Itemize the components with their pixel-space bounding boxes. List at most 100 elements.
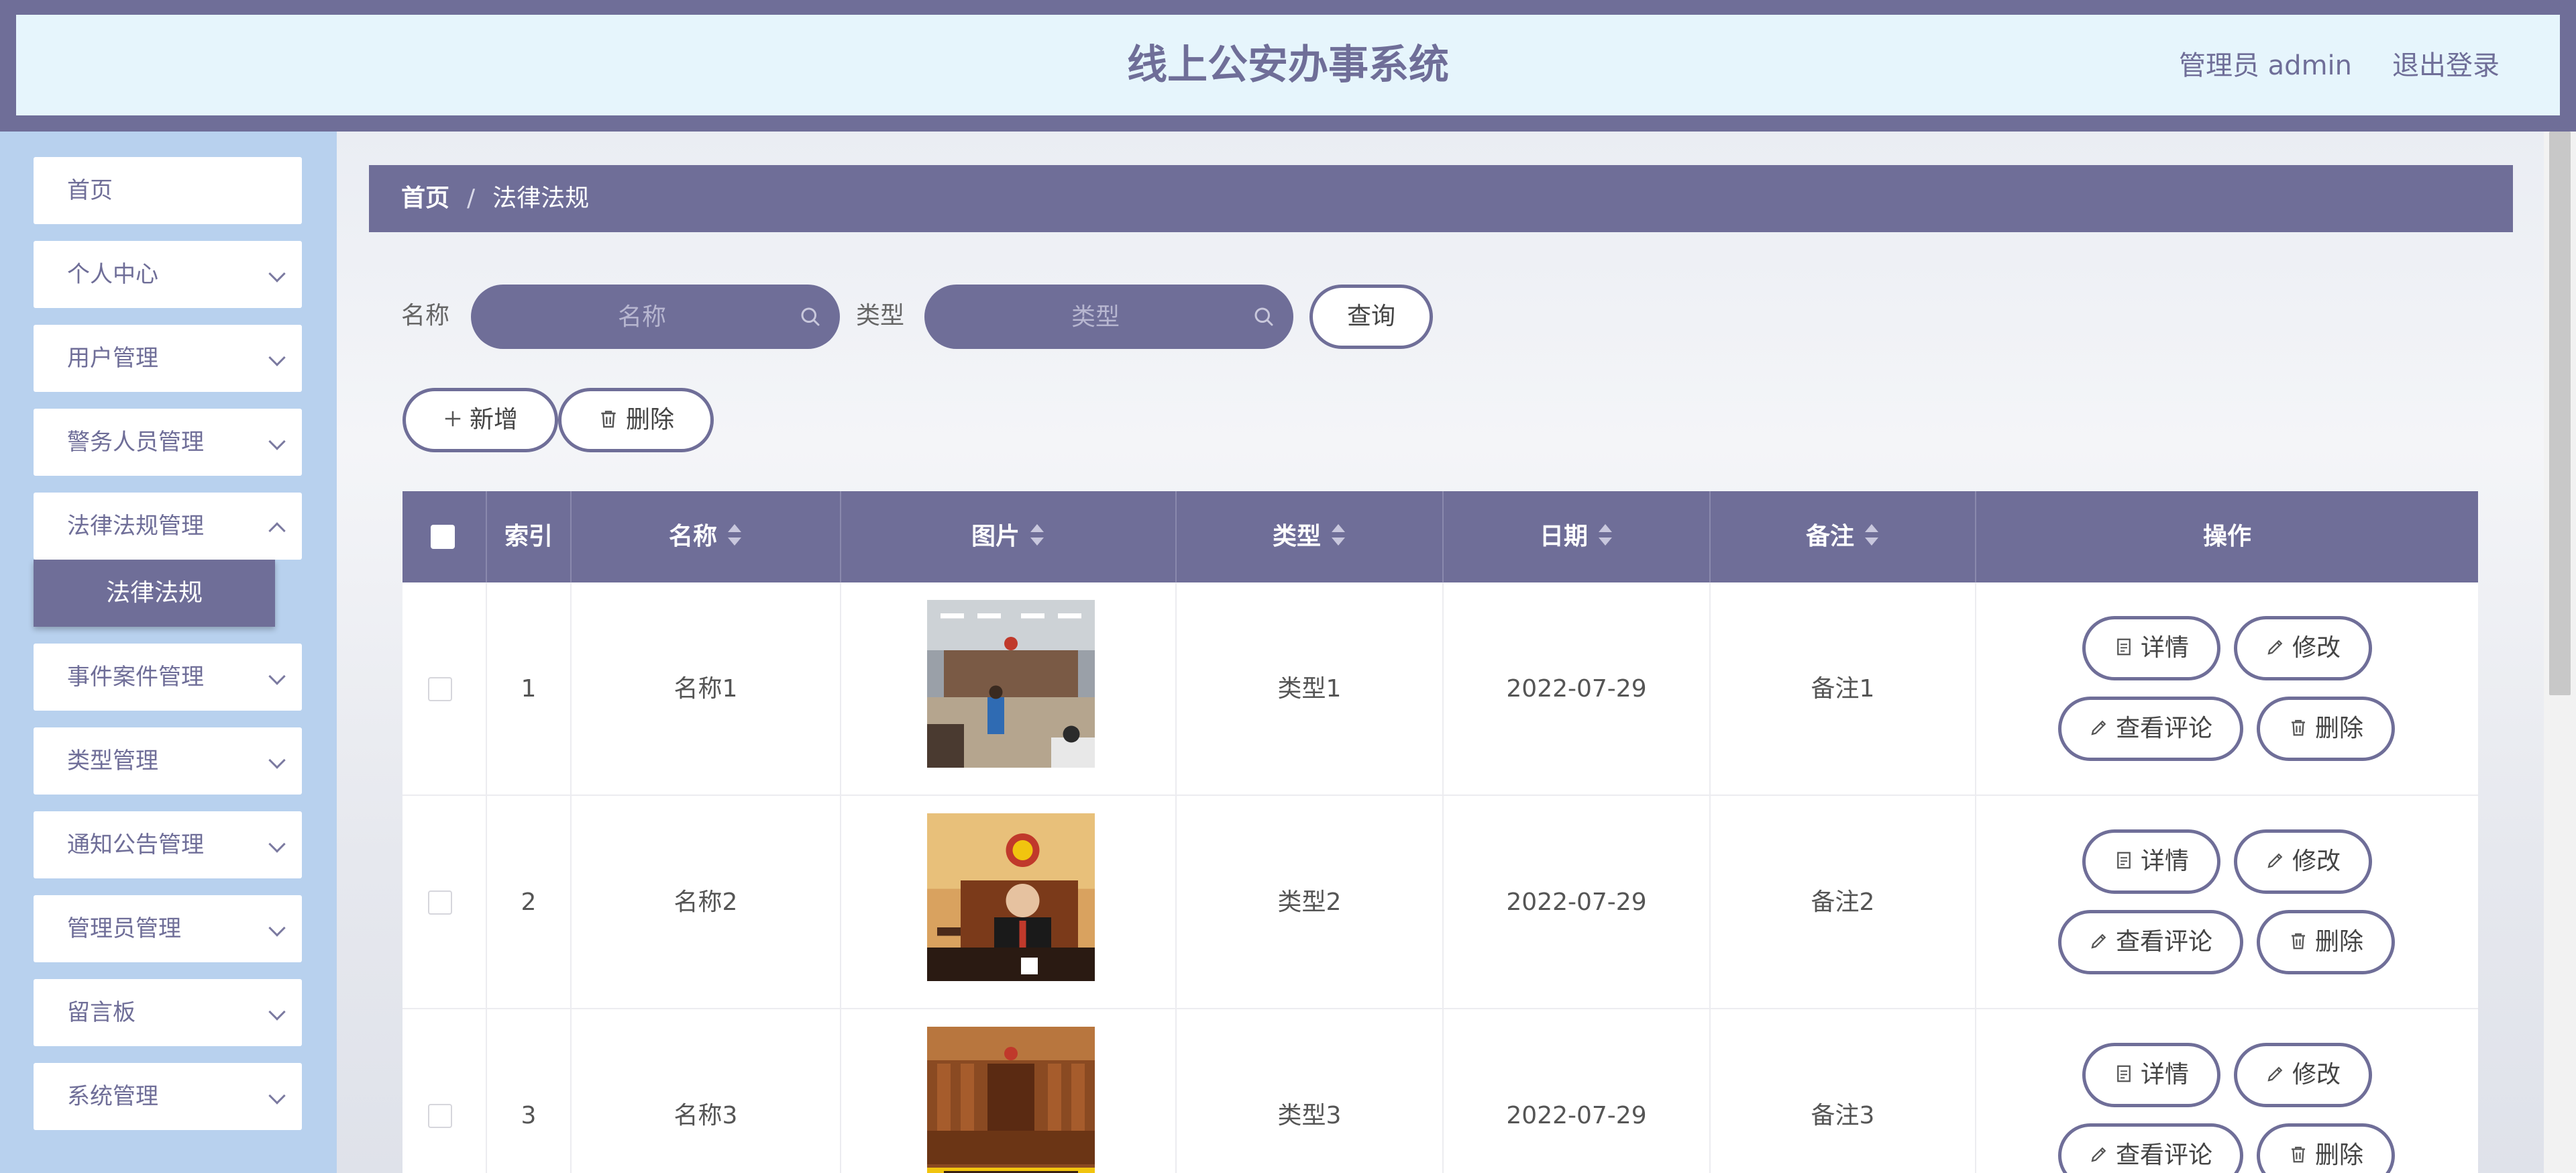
column-header-label: 名称: [668, 523, 717, 550]
select-all-header: [402, 491, 487, 582]
edit-button-label: 修改: [2292, 1061, 2341, 1088]
column-header-label: 备注: [1805, 523, 1854, 550]
sidebar-item-admin-management[interactable]: 管理员管理: [34, 895, 302, 962]
pencil-icon: [2091, 1147, 2106, 1162]
search-icon: [801, 307, 820, 326]
logout-link[interactable]: 退出登录: [2392, 47, 2500, 85]
current-user-label: 管理员 admin: [2178, 50, 2352, 81]
type-search-label: 类型: [856, 302, 905, 329]
courtroom-hearing-photo[interactable]: [927, 600, 1095, 768]
trash-icon: [2291, 719, 2305, 736]
detail-button[interactable]: 详情: [2082, 829, 2220, 894]
query-button[interactable]: 查询: [1309, 285, 1433, 349]
sidebar-item-laws-management[interactable]: 法律法规管理: [34, 493, 302, 560]
sidebar-item-type-management[interactable]: 类型管理: [34, 727, 302, 795]
column-header-note[interactable]: 备注: [1711, 491, 1976, 582]
sidebar-item-user-management[interactable]: 用户管理: [34, 325, 302, 392]
delete-button[interactable]: 删除: [2257, 1123, 2395, 1173]
sort-icon[interactable]: [727, 523, 743, 547]
sidebar-item-case-management[interactable]: 事件案件管理: [34, 644, 302, 711]
note-cell: 备注2: [1711, 796, 1976, 1009]
type-search-input[interactable]: [924, 285, 1293, 349]
sidebar-item-label: 类型管理: [67, 748, 158, 774]
delete-button-label: 删除: [2314, 715, 2363, 742]
column-header-image[interactable]: 图片: [841, 491, 1177, 582]
document-icon: [2117, 852, 2131, 869]
chevron-down-icon: [268, 919, 286, 937]
date-cell: 2022-07-29: [1444, 582, 1711, 796]
view-comments-button[interactable]: 查看评论: [2058, 910, 2243, 974]
type-cell: 类型3: [1177, 1009, 1444, 1173]
row-select-cell: [402, 796, 487, 1009]
column-header-type[interactable]: 类型: [1177, 491, 1444, 582]
vertical-scrollbar[interactable]: [2544, 132, 2576, 1173]
edit-button[interactable]: 修改: [2234, 1043, 2372, 1107]
table-row: 2 名称2 类型2 2022-07-29 备注2 详情 修改 查看评论 删除: [402, 796, 2478, 1009]
name-search-field[interactable]: [471, 285, 840, 349]
sort-icon[interactable]: [1597, 523, 1613, 547]
date-cell: 2022-07-29: [1444, 1009, 1711, 1173]
chevron-down-icon: [268, 433, 286, 450]
name-cell: 名称1: [572, 582, 841, 796]
view-comments-button[interactable]: 查看评论: [2058, 1123, 2243, 1173]
row-checkbox[interactable]: [428, 890, 452, 915]
sort-icon[interactable]: [1029, 523, 1045, 547]
document-icon: [2117, 638, 2131, 656]
sort-icon[interactable]: [1864, 523, 1880, 547]
type-search-field[interactable]: [924, 285, 1293, 349]
detail-button-label: 详情: [2140, 848, 2189, 875]
sidebar-item-label: 管理员管理: [67, 915, 181, 942]
row-checkbox[interactable]: [428, 677, 452, 701]
sidebar-item-police-staff-management[interactable]: 警务人员管理: [34, 409, 302, 476]
index-cell: 2: [487, 796, 572, 1009]
edit-button[interactable]: 修改: [2234, 829, 2372, 894]
note-cell: 备注1: [1711, 582, 1976, 796]
name-cell: 名称3: [572, 1009, 841, 1173]
row-select-cell: [402, 1009, 487, 1173]
chevron-down-icon: [268, 752, 286, 769]
chevron-down-icon: [268, 265, 286, 283]
index-cell: 1: [487, 582, 572, 796]
sidebar-item-personal-center[interactable]: 个人中心: [34, 241, 302, 308]
select-all-checkbox[interactable]: [431, 525, 455, 549]
scrollbar-thumb[interactable]: [2549, 132, 2571, 695]
delete-button[interactable]: 删除: [2257, 910, 2395, 974]
search-icon: [1254, 307, 1273, 326]
batch-delete-button[interactable]: 删除: [558, 388, 714, 452]
sidebar-item-label: 法律法规管理: [67, 513, 204, 540]
judge-with-gavel-photo[interactable]: [927, 813, 1095, 981]
edit-button-label: 修改: [2292, 848, 2341, 875]
table-row: 1 名称1 类型1 2022-07-29 备注1 详情 修改 查看评论 删除: [402, 582, 2478, 796]
wooden-courtroom-photo[interactable]: [927, 1027, 1095, 1173]
view-comments-button[interactable]: 查看评论: [2058, 697, 2243, 761]
add-button[interactable]: 新增: [402, 388, 558, 452]
column-header-name[interactable]: 名称: [572, 491, 841, 582]
sidebar-item-message-board[interactable]: 留言板: [34, 979, 302, 1046]
edit-button[interactable]: 修改: [2234, 616, 2372, 680]
image-cell: [841, 796, 1177, 1009]
name-cell: 名称2: [572, 796, 841, 1009]
sidebar-item-home[interactable]: 首页: [34, 157, 302, 224]
document-icon: [2117, 1065, 2131, 1082]
submenu-item-laws[interactable]: 法律法规: [34, 560, 275, 627]
breadcrumb-home[interactable]: 首页: [401, 185, 449, 212]
table-header: 索引 名称 图片 类型 日期 备注 操作: [402, 491, 2478, 582]
row-checkbox[interactable]: [428, 1104, 452, 1128]
batch-delete-button-label: 删除: [625, 406, 674, 434]
column-header-index: 索引: [487, 491, 572, 582]
name-search-input[interactable]: [471, 285, 840, 349]
sidebar-item-system-management[interactable]: 系统管理: [34, 1063, 302, 1130]
sidebar-item-label: 个人中心: [67, 261, 158, 288]
column-header-date[interactable]: 日期: [1444, 491, 1711, 582]
query-button-label: 查询: [1346, 303, 1395, 330]
breadcrumb: 首页 / 法律法规: [369, 165, 2513, 232]
name-search-label: 名称: [401, 302, 450, 329]
trash-icon: [2291, 1146, 2305, 1163]
sort-icon[interactable]: [1330, 523, 1346, 547]
plus-icon: [445, 411, 461, 427]
type-cell: 类型2: [1177, 796, 1444, 1009]
detail-button[interactable]: 详情: [2082, 616, 2220, 680]
sidebar-item-notice-management[interactable]: 通知公告管理: [34, 811, 302, 878]
delete-button[interactable]: 删除: [2257, 697, 2395, 761]
detail-button[interactable]: 详情: [2082, 1043, 2220, 1107]
